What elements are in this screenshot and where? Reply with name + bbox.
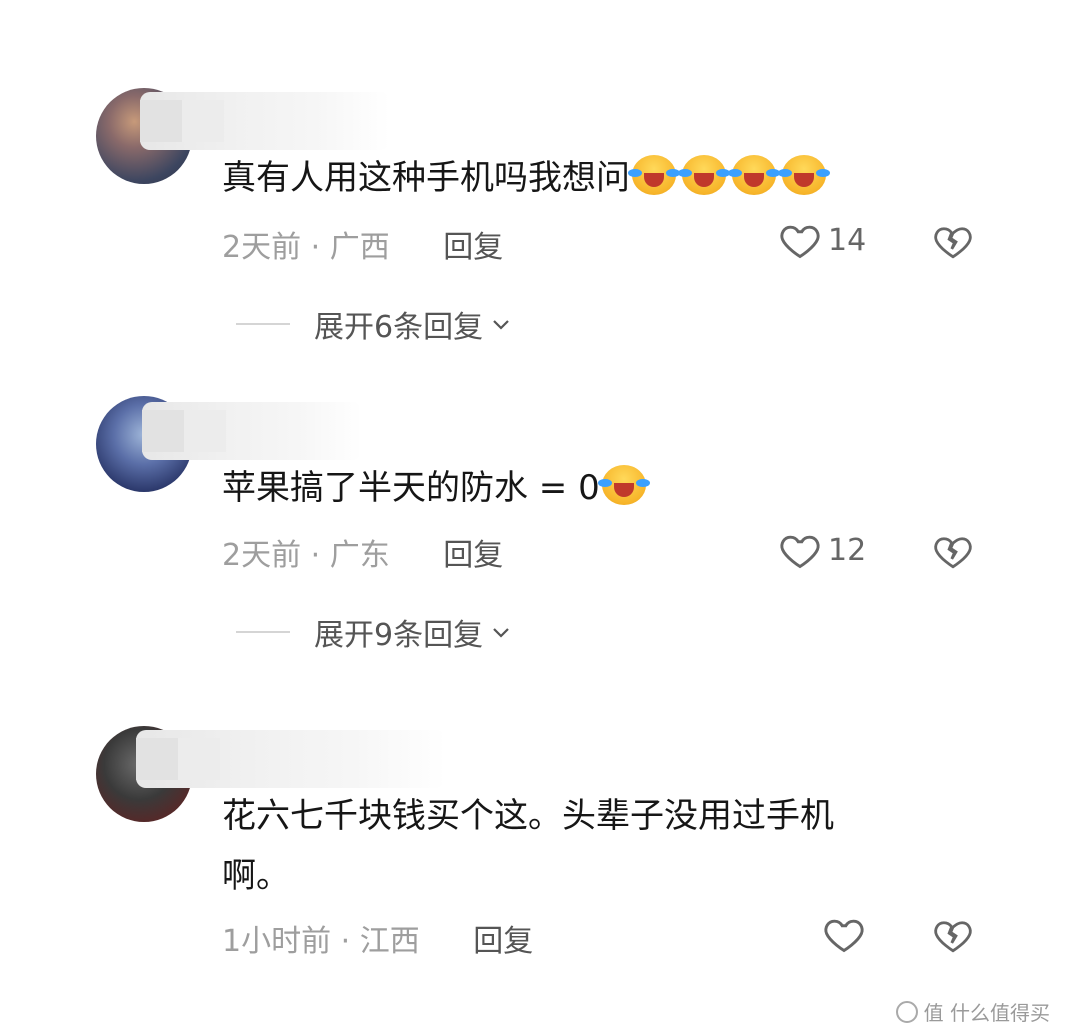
comment-time: 2天前 <box>222 538 302 573</box>
like-button[interactable]: 12 <box>778 528 866 572</box>
broken-heart-icon <box>934 537 972 569</box>
comment-meta: 1小时前 · 江西 回复 <box>222 916 533 960</box>
laughing-crying-emoji-icon <box>678 153 730 197</box>
expand-replies-label: 展开9条回复 <box>314 618 484 653</box>
comment-text: 真有人用这种手机吗我想问 <box>222 152 830 204</box>
broken-heart-icon <box>934 921 972 953</box>
separator: · <box>340 924 351 959</box>
watermark: 值 什么值得买 <box>895 997 1050 1026</box>
broken-heart-icon <box>934 227 972 259</box>
chevron-down-icon <box>493 320 509 330</box>
divider <box>236 631 290 633</box>
comment-location: 广东 <box>329 538 390 573</box>
smzdm-logo-icon <box>895 1000 918 1023</box>
reply-button[interactable]: 回复 <box>443 230 503 265</box>
blurred-username <box>142 402 362 460</box>
heart-outline-icon <box>780 225 820 259</box>
like-count: 12 <box>828 532 867 568</box>
separator: · <box>310 230 321 265</box>
reply-button[interactable]: 回复 <box>443 538 503 573</box>
expand-replies-button[interactable]: 展开6条回复 <box>236 302 511 346</box>
dislike-button[interactable] <box>932 220 974 266</box>
dislike-button[interactable] <box>932 530 974 576</box>
reply-button[interactable]: 回复 <box>473 924 533 959</box>
comment-text: 苹果搞了半天的防水 = 0 <box>222 462 650 514</box>
comment-meta: 2天前 · 广东 回复 <box>222 530 503 574</box>
blurred-username <box>136 730 446 788</box>
like-button[interactable]: 14 <box>778 218 866 262</box>
expand-replies-button[interactable]: 展开9条回复 <box>236 610 511 654</box>
expand-replies-label: 展开6条回复 <box>314 310 484 345</box>
like-count: 14 <box>828 222 867 258</box>
heart-outline-icon <box>780 535 820 569</box>
heart-outline-icon <box>824 919 864 953</box>
chevron-down-icon <box>493 628 509 638</box>
comment-location: 广西 <box>329 230 390 265</box>
comment-meta: 2天前 · 广西 回复 <box>222 222 503 266</box>
laughing-crying-emoji-icon <box>728 153 780 197</box>
like-button[interactable] <box>822 912 866 956</box>
blurred-username <box>140 92 390 150</box>
separator: · <box>310 538 321 573</box>
comment-location: 江西 <box>359 924 420 959</box>
laughing-crying-emoji-icon <box>597 463 650 507</box>
laughing-crying-emoji-icon <box>628 153 680 197</box>
comment-text-continued: 啊。 <box>222 856 290 896</box>
laughing-crying-emoji-icon <box>778 153 830 197</box>
comment-time: 1小时前 <box>222 924 332 959</box>
comment-text: 花六七千块钱买个这。头辈子没用过手机 <box>222 796 834 836</box>
divider <box>236 323 290 325</box>
watermark-text: 值 什么值得买 <box>923 1001 1050 1025</box>
comment-time: 2天前 <box>222 230 302 265</box>
dislike-button[interactable] <box>932 914 974 960</box>
